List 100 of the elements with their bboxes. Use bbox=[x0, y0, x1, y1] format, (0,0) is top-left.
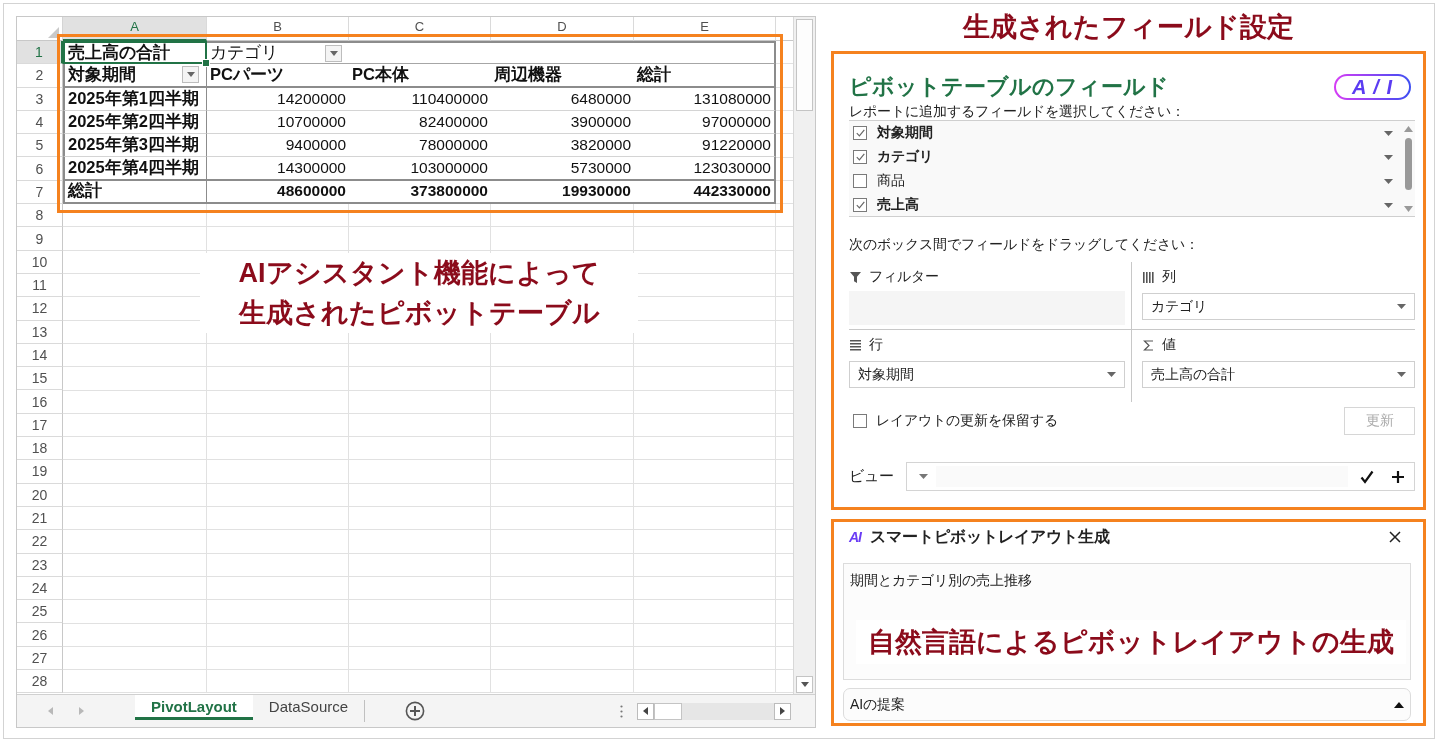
caret-left-icon bbox=[643, 707, 648, 715]
ai-logo: AI bbox=[849, 529, 861, 545]
row-header[interactable]: 18 bbox=[17, 437, 63, 461]
caret-down-icon bbox=[800, 682, 809, 687]
table-cell: 103000000 bbox=[410, 159, 488, 178]
table-cell-text: PCパーツ bbox=[210, 63, 284, 85]
caret-down-icon bbox=[1107, 372, 1116, 377]
checkbox[interactable] bbox=[853, 414, 867, 428]
filter-dropdown-button[interactable] bbox=[325, 44, 342, 62]
fill-handle[interactable] bbox=[202, 59, 210, 68]
table-cell: 110400000 bbox=[411, 89, 488, 108]
table-cell: 97000000 bbox=[702, 113, 771, 132]
caret-down-icon bbox=[1397, 372, 1406, 377]
caret-down-icon[interactable] bbox=[1384, 154, 1393, 160]
caret-down-icon[interactable] bbox=[1384, 202, 1393, 208]
caret-down-icon[interactable] bbox=[1384, 130, 1393, 136]
row-header[interactable]: 10 bbox=[17, 250, 63, 274]
row-header[interactable]: 5 bbox=[17, 134, 63, 158]
field-name[interactable]: 対象期間 bbox=[877, 124, 933, 142]
row-header[interactable]: 14 bbox=[17, 343, 63, 368]
row-header[interactable]: 17 bbox=[17, 413, 63, 438]
row-header[interactable]: 2 bbox=[17, 64, 63, 88]
row-header[interactable]: 25 bbox=[17, 600, 63, 624]
rows-icon bbox=[850, 339, 861, 351]
spreadsheet-grid[interactable] bbox=[17, 17, 794, 694]
scroll-left-button[interactable] bbox=[637, 702, 654, 720]
row-header[interactable]: 28 bbox=[17, 670, 63, 694]
row-header[interactable]: 16 bbox=[17, 390, 63, 414]
checkbox-label[interactable]: レイアウトの更新を保留する bbox=[876, 412, 1058, 430]
caret-down-icon[interactable] bbox=[919, 474, 928, 479]
field-name[interactable]: 商品 bbox=[877, 172, 905, 190]
row-header[interactable]: 8 bbox=[17, 204, 63, 228]
scroll-right-button[interactable] bbox=[774, 702, 791, 720]
view-label: ビュー bbox=[849, 467, 895, 486]
area-label: 行 bbox=[869, 336, 883, 354]
scroll-down-button[interactable] bbox=[796, 676, 813, 693]
table-cell-text: 2025年第2四半期 bbox=[68, 111, 199, 133]
suggestions-dropdown[interactable]: AIの提案 bbox=[843, 688, 1411, 721]
field-name[interactable]: カテゴリ bbox=[877, 148, 933, 166]
area-field-dropdown[interactable]: カテゴリ bbox=[1142, 293, 1415, 320]
row-header[interactable]: 22 bbox=[17, 530, 63, 554]
area-label: 列 bbox=[1162, 268, 1176, 286]
sheet-tab[interactable]: DataSource bbox=[252, 695, 365, 720]
row-header[interactable]: 6 bbox=[17, 157, 63, 181]
column-header[interactable]: A bbox=[63, 17, 207, 41]
caret-right-icon bbox=[780, 707, 785, 715]
ai-badge[interactable]: A / I bbox=[1334, 74, 1411, 100]
row-header[interactable]: 27 bbox=[17, 646, 63, 670]
row-header[interactable]: 15 bbox=[17, 367, 63, 391]
caret-down-icon[interactable] bbox=[1404, 206, 1413, 212]
checkbox[interactable] bbox=[853, 174, 867, 188]
row-header[interactable]: 1 bbox=[17, 41, 63, 65]
table-cell: 9400000 bbox=[285, 136, 346, 155]
filter-dropdown-button[interactable] bbox=[182, 66, 199, 84]
scrollbar-thumb[interactable] bbox=[654, 702, 682, 720]
row-header[interactable]: 23 bbox=[17, 553, 63, 577]
check-icon[interactable] bbox=[1360, 469, 1374, 484]
view-field[interactable] bbox=[906, 462, 1415, 491]
area-field-dropdown[interactable]: 対象期間 bbox=[849, 361, 1125, 388]
close-button[interactable] bbox=[1389, 531, 1401, 543]
checkbox[interactable] bbox=[853, 150, 867, 164]
checkbox[interactable] bbox=[853, 198, 867, 212]
caret-up-icon[interactable] bbox=[1404, 126, 1413, 132]
checkbox[interactable] bbox=[853, 126, 867, 140]
table-cell: 373800000 bbox=[410, 182, 488, 201]
row-header[interactable]: 12 bbox=[17, 297, 63, 321]
caret-down-icon bbox=[186, 72, 195, 78]
table-cell: 91220000 bbox=[702, 136, 771, 155]
table-cell: 6480000 bbox=[570, 89, 631, 108]
table-cell: 3900000 bbox=[570, 113, 631, 132]
caret-down-icon bbox=[1397, 304, 1406, 309]
horizontal-scrollbar[interactable] bbox=[637, 702, 791, 720]
caret-up-icon bbox=[1394, 701, 1404, 708]
row-header[interactable]: 21 bbox=[17, 506, 63, 531]
scrollbar-thumb[interactable] bbox=[1405, 138, 1412, 190]
area-field-dropdown[interactable]: 売上高の合計 bbox=[1142, 361, 1415, 388]
row-header[interactable]: 20 bbox=[17, 483, 63, 507]
row-header[interactable]: 26 bbox=[17, 623, 63, 647]
row-header[interactable]: 19 bbox=[17, 460, 63, 484]
add-sheet-icon[interactable] bbox=[405, 701, 426, 721]
select-all-icon[interactable] bbox=[48, 27, 59, 38]
table-cell: 10700000 bbox=[277, 113, 346, 132]
table-cell: 3820000 bbox=[570, 136, 631, 155]
table-cell-text: 周辺機器 bbox=[494, 63, 562, 85]
row-header[interactable]: 13 bbox=[17, 320, 63, 344]
sheet-tab[interactable]: PivotLayout bbox=[135, 695, 253, 720]
scrollbar-thumb[interactable] bbox=[796, 19, 813, 111]
table-cell-text: 対象期間 bbox=[68, 63, 136, 85]
field-name[interactable]: 売上高 bbox=[877, 196, 919, 214]
row-header[interactable]: 24 bbox=[17, 576, 63, 601]
row-header[interactable]: 9 bbox=[17, 227, 63, 251]
check-icon bbox=[855, 129, 865, 137]
table-cell-text: 2025年第3四半期 bbox=[68, 134, 199, 156]
sigma-icon bbox=[1143, 339, 1154, 351]
caret-down-icon[interactable] bbox=[1384, 178, 1393, 184]
plus-icon[interactable] bbox=[1392, 470, 1404, 483]
row-header[interactable]: 11 bbox=[17, 273, 63, 298]
close-icon bbox=[1389, 531, 1401, 543]
table-cell: 19930000 bbox=[562, 182, 631, 201]
more-options-icon[interactable] bbox=[620, 704, 623, 718]
